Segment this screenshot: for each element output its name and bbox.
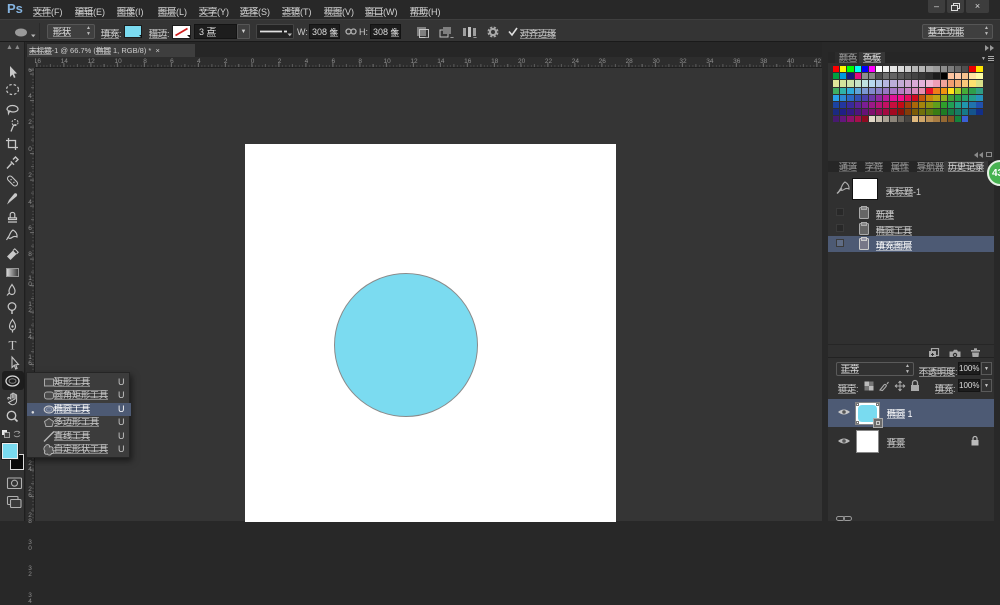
svg-text:T: T bbox=[9, 337, 17, 352]
